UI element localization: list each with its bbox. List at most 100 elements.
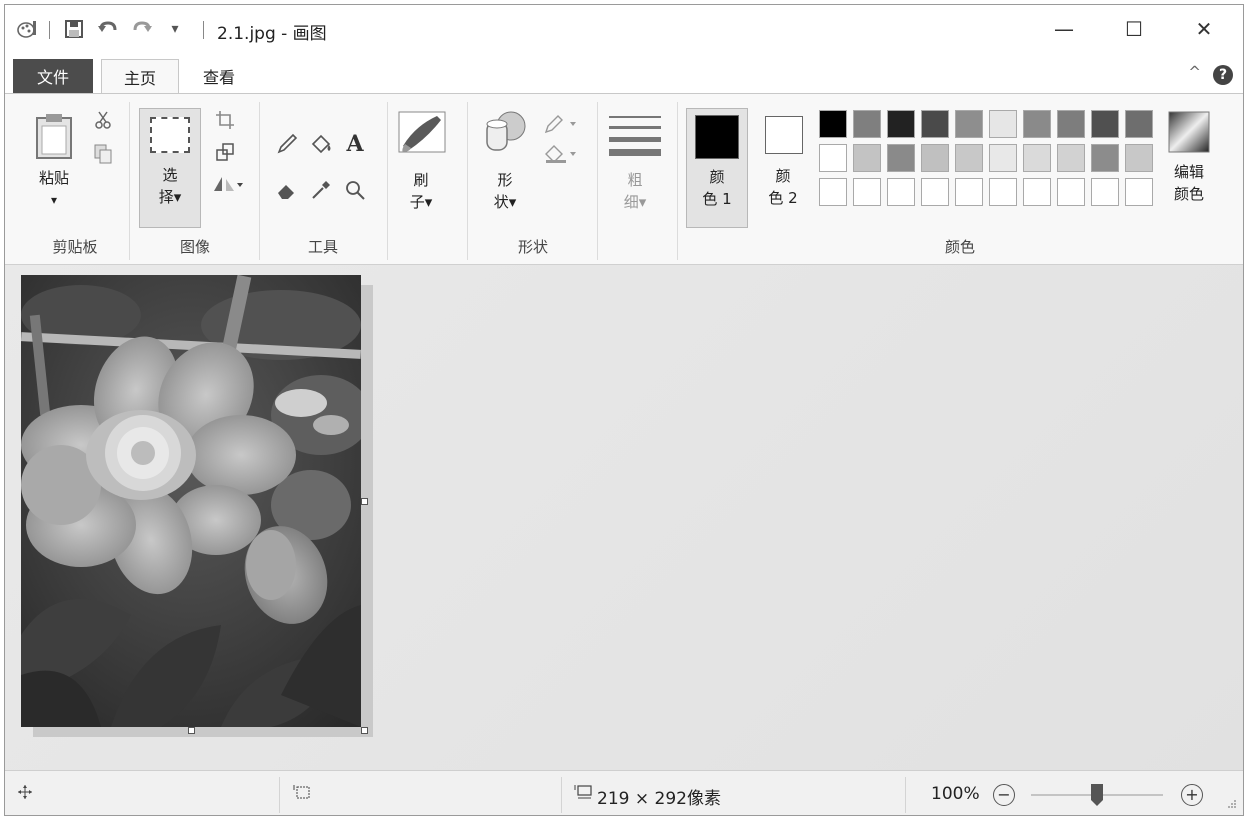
palette-color-swatch[interactable]	[887, 178, 915, 206]
paste-dropdown-arrow: ▾	[50, 193, 58, 207]
text-tool-icon[interactable]: A	[343, 131, 367, 157]
palette-color-swatch[interactable]	[819, 110, 847, 138]
tab-view[interactable]: 查看	[189, 59, 249, 93]
color2-label-2: 色 2	[768, 189, 798, 207]
image-group-label: 图像	[179, 238, 210, 256]
palette-color-swatch[interactable]	[887, 144, 915, 172]
palette-color-swatch[interactable]	[955, 178, 983, 206]
resize-handle-corner[interactable]	[361, 727, 368, 734]
close-button[interactable]: ✕	[1181, 13, 1227, 45]
edit-colors-icon	[1167, 110, 1211, 158]
save-icon[interactable]	[61, 17, 87, 41]
palette-color-swatch[interactable]	[853, 178, 881, 206]
palette-color-swatch[interactable]	[1057, 144, 1085, 172]
palette-color-swatch[interactable]	[1091, 178, 1119, 206]
collapse-ribbon-button[interactable]: ^	[1188, 63, 1201, 81]
shapes-label-1: 形	[497, 171, 513, 189]
image-size-icon	[573, 784, 593, 804]
separator	[203, 21, 204, 39]
undo-icon[interactable]	[95, 17, 121, 41]
color2-label-1: 颜	[775, 167, 791, 185]
color-picker-icon[interactable]	[309, 178, 333, 202]
palette-color-swatch[interactable]	[921, 110, 949, 138]
magnifier-icon[interactable]	[343, 178, 367, 202]
group-separator	[467, 102, 468, 260]
fill-bucket-icon[interactable]	[309, 132, 333, 156]
palette-color-swatch[interactable]	[1125, 178, 1153, 206]
outline-icon[interactable]	[543, 114, 579, 134]
select-icon	[150, 117, 190, 153]
palette-color-swatch[interactable]	[921, 144, 949, 172]
palette-color-swatch[interactable]	[1023, 144, 1051, 172]
window-title: 2.1.jpg - 画图	[217, 24, 327, 44]
palette-color-swatch[interactable]	[1057, 110, 1085, 138]
separator	[279, 777, 280, 813]
resize-handle-right[interactable]	[361, 498, 368, 505]
palette-color-swatch[interactable]	[853, 110, 881, 138]
brushes-label-1: 刷	[413, 171, 429, 189]
shapes-group-label: 形状	[517, 238, 548, 256]
resize-icon[interactable]	[215, 142, 235, 162]
palette-color-swatch[interactable]	[819, 178, 847, 206]
paste-icon	[35, 112, 73, 164]
help-icon[interactable]: ?	[1213, 65, 1233, 85]
cut-icon[interactable]	[93, 110, 113, 130]
palette-color-swatch[interactable]	[1023, 178, 1051, 206]
rotate-icon[interactable]	[211, 174, 245, 194]
palette-color-swatch[interactable]	[955, 110, 983, 138]
tab-home[interactable]: 主页	[101, 59, 179, 94]
size-label-2: 细▾	[623, 193, 647, 211]
pencil-icon[interactable]	[275, 132, 299, 156]
palette-color-swatch[interactable]	[1125, 144, 1153, 172]
status-bar: 219 × 292像素 100% − +	[5, 770, 1243, 815]
separator	[49, 21, 50, 39]
palette-color-swatch[interactable]	[1057, 178, 1085, 206]
resize-handle-bottom[interactable]	[188, 727, 195, 734]
palette-color-swatch[interactable]	[1023, 110, 1051, 138]
palette-color-swatch[interactable]	[1125, 110, 1153, 138]
zoom-out-button[interactable]: −	[993, 784, 1015, 806]
brushes-label-2: 子▾	[409, 193, 433, 211]
select-label-1: 选	[162, 166, 178, 184]
palette-color-swatch[interactable]	[1091, 110, 1119, 138]
palette-color-swatch[interactable]	[955, 144, 983, 172]
zoom-in-button[interactable]: +	[1181, 784, 1203, 806]
palette-color-swatch[interactable]	[1091, 144, 1119, 172]
fill-icon[interactable]	[543, 144, 579, 164]
palette-color-swatch[interactable]	[887, 110, 915, 138]
paint-app-icon[interactable]	[15, 17, 41, 41]
canvas-image-flower[interactable]	[21, 275, 361, 727]
select-button[interactable]: 选 择▾	[139, 108, 201, 228]
group-separator	[259, 102, 260, 260]
shapes-label-2: 状▾	[493, 193, 517, 211]
palette-color-swatch[interactable]	[989, 178, 1017, 206]
quick-access-dropdown[interactable]: ▾	[165, 17, 185, 41]
title-bar: ▾ 2.1.jpg - 画图 — ☐ ✕	[5, 5, 1243, 53]
redo-icon[interactable]	[129, 17, 155, 41]
maximize-button[interactable]: ☐	[1111, 13, 1157, 45]
size-label-1: 粗	[627, 171, 643, 189]
tools-group-label: 工具	[307, 238, 338, 256]
edit-colors-label-1: 编辑	[1173, 163, 1204, 181]
crop-icon[interactable]	[215, 110, 235, 130]
shapes-icon	[481, 108, 529, 160]
palette-color-swatch[interactable]	[921, 178, 949, 206]
select-label-2: 择▾	[158, 188, 182, 206]
cursor-position-icon	[17, 784, 33, 804]
palette-color-swatch[interactable]	[989, 144, 1017, 172]
minimize-button[interactable]: —	[1041, 13, 1087, 45]
color1-button[interactable]: 颜 色 1	[686, 108, 748, 228]
palette-color-swatch[interactable]	[819, 144, 847, 172]
canvas-area[interactable]	[5, 265, 1243, 770]
palette-color-swatch[interactable]	[989, 110, 1017, 138]
eraser-icon[interactable]	[275, 178, 299, 202]
tab-file[interactable]: 文件	[13, 59, 93, 93]
copy-icon[interactable]	[93, 144, 113, 164]
group-separator	[597, 102, 598, 260]
paint-window: ▾ 2.1.jpg - 画图 — ☐ ✕ 文件 主页 查看 ^ ? 粘贴 ▾ 剪…	[4, 4, 1244, 816]
resize-grip-icon	[1227, 799, 1237, 812]
separator	[561, 777, 562, 813]
palette-color-swatch[interactable]	[853, 144, 881, 172]
zoom-slider-thumb[interactable]	[1090, 783, 1104, 807]
group-separator	[129, 102, 130, 260]
